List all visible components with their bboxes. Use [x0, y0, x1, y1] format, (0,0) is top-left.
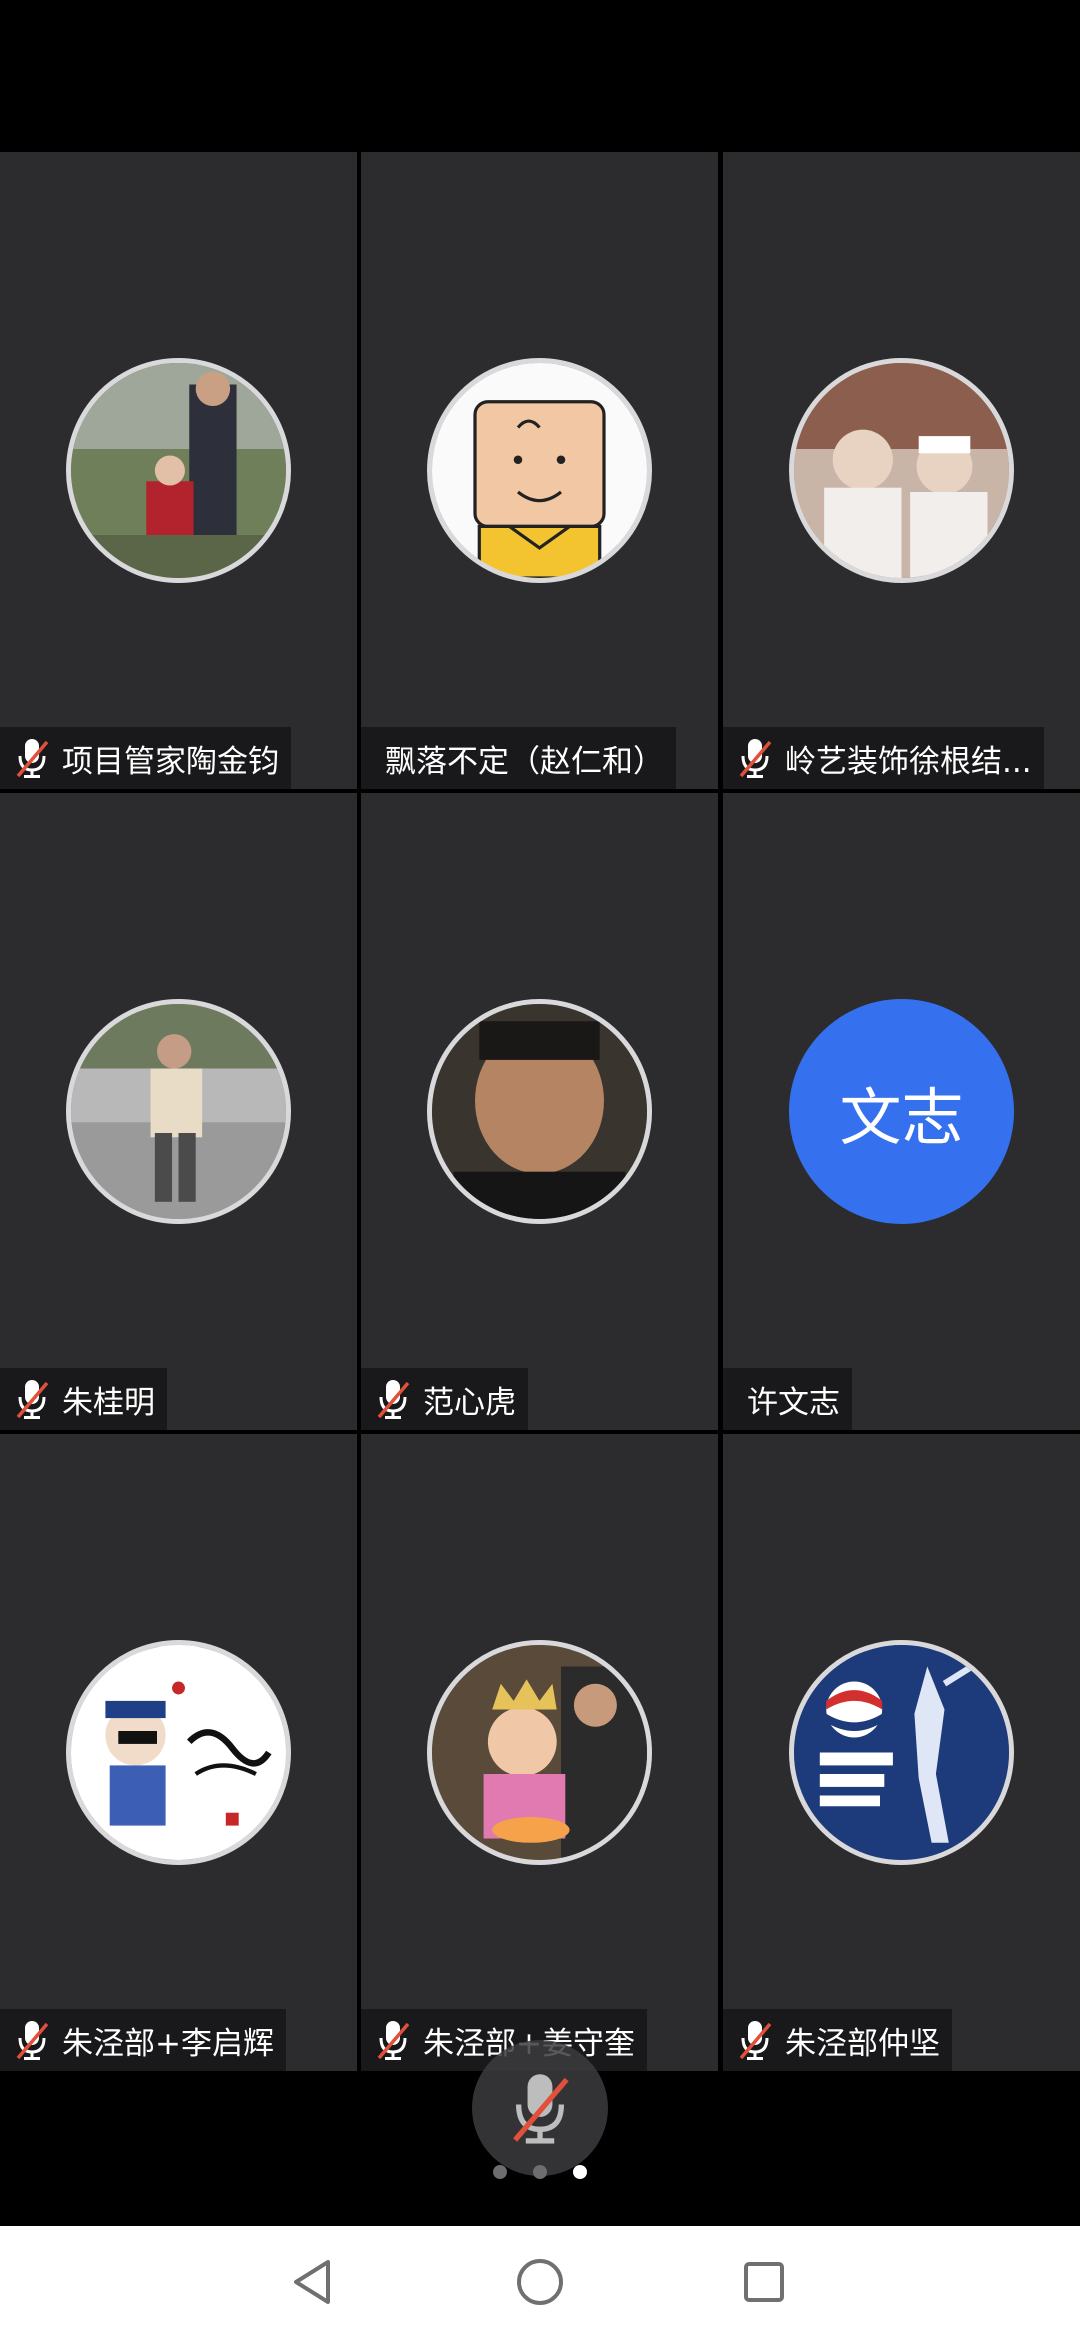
- home-circle-icon: [517, 2259, 563, 2305]
- recents-button[interactable]: [734, 2252, 794, 2312]
- mic-muted-icon: [16, 1380, 49, 1419]
- participant-tile[interactable]: 朱泾部仲坚: [723, 1434, 1080, 2071]
- participant-name: 朱泾部+李启辉: [62, 2025, 274, 2062]
- participant-avatar: [66, 999, 291, 1224]
- mic-muted-icon: [377, 2021, 410, 2060]
- mic-muted-icon: [16, 739, 49, 778]
- participant-avatar: [789, 358, 1014, 583]
- participant-grid: 项目管家陶金钧 飘落不定（赵仁和） 岭艺装饰徐根结... 朱桂明 范心虎 文志 …: [0, 152, 1080, 2071]
- page-dot[interactable]: [533, 2165, 547, 2179]
- participant-avatar: [427, 999, 652, 1224]
- participant-name-tag: 朱桂明: [0, 1368, 167, 1430]
- participant-name-tag: 朱泾部仲坚: [723, 2009, 952, 2071]
- participant-tile[interactable]: 范心虎: [361, 793, 718, 1430]
- participant-avatar: [427, 358, 652, 583]
- participant-initials-avatar: 文志: [789, 999, 1014, 1224]
- participant-name-tag: 飘落不定（赵仁和）: [361, 727, 676, 789]
- participant-name: 岭艺装饰徐根结...: [785, 743, 1032, 780]
- page-indicator: [0, 2165, 1080, 2179]
- participant-name: 朱泾部仲坚: [785, 2025, 940, 2062]
- mic-muted-icon: [739, 2021, 772, 2060]
- recents-square-icon: [744, 2262, 784, 2302]
- participant-tile[interactable]: 飘落不定（赵仁和）: [361, 152, 718, 789]
- page-dot-active[interactable]: [573, 2165, 587, 2179]
- participant-name-tag: 范心虎: [361, 1368, 528, 1430]
- participant-name: 范心虎: [423, 1384, 516, 1421]
- participant-tile[interactable]: 朱泾部+姜守奎: [361, 1434, 718, 2071]
- system-navigation-bar: [0, 2226, 1080, 2338]
- participant-tile[interactable]: 项目管家陶金钧: [0, 152, 357, 789]
- participant-name: 朱桂明: [62, 1384, 155, 1421]
- participant-avatar: [427, 1640, 652, 1865]
- participant-name-tag: 朱泾部+李启辉: [0, 2009, 286, 2071]
- participant-tile[interactable]: 朱桂明: [0, 793, 357, 1430]
- participant-avatar: [66, 358, 291, 583]
- back-button[interactable]: [282, 2252, 342, 2312]
- mic-muted-icon: [513, 2074, 569, 2144]
- mic-muted-icon: [16, 2021, 49, 2060]
- participant-name-tag: 项目管家陶金钧: [0, 727, 291, 789]
- home-button[interactable]: [510, 2252, 570, 2312]
- mic-muted-icon: [377, 1380, 410, 1419]
- mute-toggle-button[interactable]: [472, 2040, 608, 2176]
- participant-name-tag: 岭艺装饰徐根结...: [723, 727, 1044, 789]
- participant-name: 飘落不定（赵仁和）: [385, 743, 664, 780]
- participant-avatar: [66, 1640, 291, 1865]
- participant-tile[interactable]: 岭艺装饰徐根结...: [723, 152, 1080, 789]
- participant-tile[interactable]: 朱泾部+李启辉: [0, 1434, 357, 2071]
- participant-avatar: [789, 1640, 1014, 1865]
- page-dot[interactable]: [493, 2165, 507, 2179]
- participant-name-tag: 许文志: [723, 1368, 852, 1430]
- participant-name: 项目管家陶金钧: [62, 743, 279, 780]
- participant-name: 许文志: [747, 1384, 840, 1421]
- avatar-initials: 文志: [839, 1080, 964, 1154]
- status-bar: [0, 0, 1080, 152]
- back-triangle-icon: [294, 2260, 330, 2304]
- participant-tile[interactable]: 文志 许文志: [723, 793, 1080, 1430]
- mic-muted-icon: [739, 739, 772, 778]
